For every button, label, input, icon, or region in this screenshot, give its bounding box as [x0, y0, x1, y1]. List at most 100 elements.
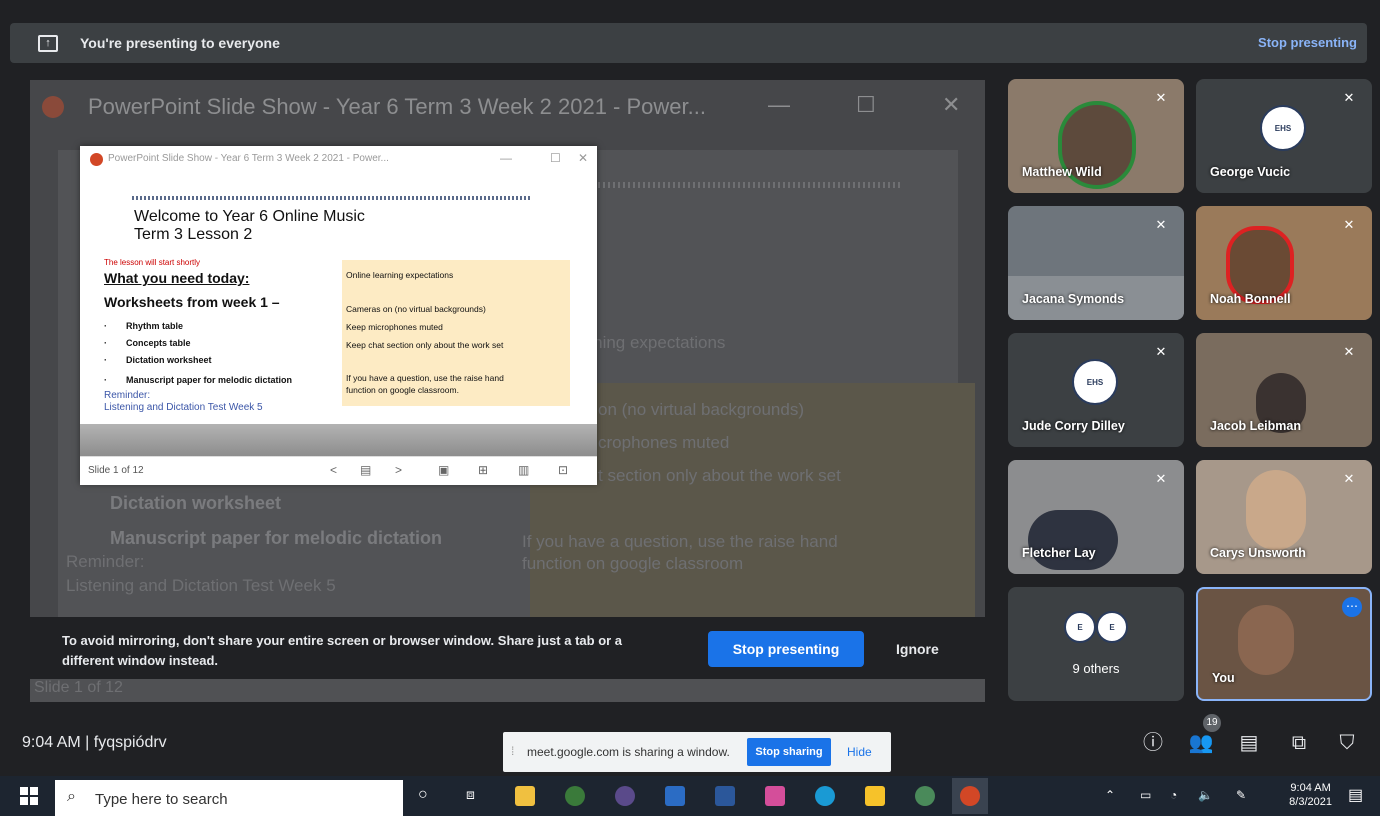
- powerpoint-window[interactable]: PowerPoint Slide Show - Year 6 Term 3 We…: [80, 146, 597, 485]
- slide-bottom-strip: [80, 424, 597, 456]
- next-slide-icon[interactable]: >: [395, 463, 402, 477]
- stop-presenting-button[interactable]: Stop presenting: [708, 631, 864, 667]
- app-icon[interactable]: [615, 786, 635, 806]
- activities-icon[interactable]: ⧉: [1286, 730, 1312, 756]
- host-controls-icon[interactable]: ⛉: [1334, 730, 1360, 756]
- background-question: function on google classroom: [522, 554, 744, 573]
- slide-list-item-label: Concepts table: [126, 338, 191, 348]
- notification-icon[interactable]: ▤: [1348, 785, 1363, 805]
- slide-list-item: · Rhythm table: [104, 321, 184, 331]
- background-reminder-link: Listening and Dictation Test Week 5: [66, 576, 336, 595]
- maximize-icon[interactable]: ☐: [550, 151, 561, 165]
- sharing-notification-text: meet.google.com is sharing a window.: [527, 745, 730, 759]
- cortana-icon[interactable]: ○: [418, 786, 438, 806]
- maximize-icon: ☐: [856, 92, 876, 117]
- mic-off-icon: ✕: [1155, 471, 1167, 486]
- slide-grid-icon[interactable]: ▤: [360, 463, 371, 477]
- background-item: Dictation worksheet: [110, 493, 282, 513]
- sorter-view-icon[interactable]: ⊞: [478, 463, 488, 477]
- chrome-icon[interactable]: [915, 786, 935, 806]
- taskbar-time: 9:04 AM: [1290, 782, 1331, 794]
- file-explorer-icon[interactable]: [515, 786, 535, 806]
- participant-tile[interactable]: ✕ Matthew Wild: [1008, 79, 1184, 193]
- hide-button[interactable]: Hide: [847, 745, 872, 759]
- app-icon[interactable]: [765, 786, 785, 806]
- previous-slide-icon[interactable]: <: [330, 463, 337, 477]
- participant-name: Jacana Symonds: [1022, 292, 1125, 306]
- slide-start-note: The lesson will start shortly: [104, 258, 201, 267]
- pen-icon[interactable]: ✎: [1236, 788, 1246, 802]
- slide-list-item: · Concepts table: [104, 338, 191, 348]
- reading-view-icon[interactable]: ▥: [518, 463, 529, 477]
- mic-off-icon: ✕: [1155, 217, 1167, 232]
- sharing-notification-bar: ⁞ meet.google.com is sharing a window. S…: [503, 732, 891, 772]
- close-icon[interactable]: ✕: [578, 151, 588, 165]
- participant-name: Fletcher Lay: [1022, 546, 1096, 560]
- drag-handle-icon[interactable]: ⁞: [511, 744, 514, 758]
- background-slide-counter: Slide 1 of 12: [34, 679, 123, 696]
- background-window-title: PowerPoint Slide Show - Year 6 Term 3 We…: [88, 94, 706, 119]
- slide-list-item: · Manuscript paper for melodic dictation: [104, 375, 293, 385]
- background-line: crophones muted: [598, 433, 730, 452]
- edge-icon[interactable]: [815, 786, 835, 806]
- background-statusbar: Slide 1 of 12: [30, 675, 985, 702]
- slideshow-view-icon[interactable]: ⊡: [558, 463, 568, 477]
- slide-need-heading: What you need today:: [104, 270, 250, 286]
- participant-tile-others[interactable]: E E 9 others: [1008, 587, 1184, 701]
- chat-icon[interactable]: ▤: [1236, 730, 1262, 756]
- self-tile[interactable]: ⋯ You: [1196, 587, 1372, 701]
- school-crest-avatar: E: [1096, 611, 1128, 643]
- slide-list-item-label: Rhythm table: [126, 321, 184, 331]
- taskbar-search[interactable]: ⌕ Type here to search: [55, 780, 403, 816]
- background-item: Manuscript paper for melodic dictation: [110, 528, 443, 548]
- people-icon[interactable]: 👥: [1188, 730, 1214, 756]
- powerpoint-icon: [90, 153, 103, 166]
- mail-icon[interactable]: [665, 786, 685, 806]
- stop-sharing-button[interactable]: Stop sharing: [747, 738, 831, 766]
- participant-tile[interactable]: ✕ Carys Unsworth: [1196, 460, 1372, 574]
- chrome-icon[interactable]: [565, 786, 585, 806]
- participant-video: [1028, 510, 1118, 570]
- background-dash-line: [598, 182, 903, 188]
- participant-tile[interactable]: ✕ Noah Bonnell: [1196, 206, 1372, 320]
- powerpoint-taskbar-active[interactable]: [952, 778, 988, 814]
- taskbar-clock[interactable]: 9:04 AM 8/3/2021: [1289, 781, 1332, 809]
- slide-list-item: · Dictation worksheet: [104, 355, 212, 365]
- ignore-button[interactable]: Ignore: [896, 641, 939, 657]
- sticky-notes-icon[interactable]: [865, 786, 885, 806]
- task-view-icon[interactable]: ⧈: [466, 786, 486, 806]
- participant-video: [1246, 470, 1306, 550]
- participant-name: Jacob Leibman: [1210, 419, 1301, 433]
- participant-tile[interactable]: ✕ Jacob Leibman: [1196, 333, 1372, 447]
- wifi-icon[interactable]: ◔: [1170, 788, 1177, 802]
- volume-icon[interactable]: 🔈: [1198, 788, 1213, 802]
- windows-start-icon[interactable]: [20, 787, 38, 805]
- powerpoint-icon: [960, 786, 980, 806]
- background-line: arning expectations: [578, 333, 726, 352]
- meeting-time-code: 9:04 AM | fyqspiódrv: [22, 734, 167, 751]
- tray-chevron-icon[interactable]: ⌃: [1105, 788, 1115, 802]
- powerpoint-titlebar[interactable]: PowerPoint Slide Show - Year 6 Term 3 We…: [80, 146, 597, 172]
- shared-screen: PowerPoint Slide Show - Year 6 Term 3 We…: [30, 80, 985, 702]
- background-line: t section only about the work set: [598, 466, 841, 485]
- box-line: function on google classroom.: [346, 385, 459, 395]
- stop-presenting-link[interactable]: Stop presenting: [1258, 35, 1357, 50]
- participant-name: Matthew Wild: [1022, 165, 1102, 179]
- background-question: If you have a question, use the raise ha…: [522, 532, 838, 551]
- meeting-info-icon[interactable]: ⓘ: [1140, 730, 1166, 756]
- mirroring-warning: To avoid mirroring, don't share your ent…: [30, 617, 985, 679]
- participant-tile[interactable]: ✕ Fletcher Lay: [1008, 460, 1184, 574]
- word-icon[interactable]: [715, 786, 735, 806]
- windows-taskbar: ⌕ Type here to search ○ ⧈ ⌃ ▭ ◔ 🔈 ✎ 9:04…: [0, 776, 1380, 816]
- slide-list-item-label: Dictation worksheet: [126, 355, 212, 365]
- participant-tile[interactable]: ✕ Jacana Symonds: [1008, 206, 1184, 320]
- participant-tile[interactable]: EHS ✕ George Vucic: [1196, 79, 1372, 193]
- more-options-icon[interactable]: ⋯: [1342, 597, 1362, 617]
- search-icon: ⌕: [67, 788, 76, 805]
- battery-icon[interactable]: ▭: [1140, 788, 1151, 802]
- background-line: on (no virtual backgrounds): [598, 400, 805, 419]
- participant-tile[interactable]: EHS ✕ Jude Corry Dilley: [1008, 333, 1184, 447]
- normal-view-icon[interactable]: ▣: [438, 463, 449, 477]
- minimize-icon[interactable]: —: [500, 151, 512, 165]
- powerpoint-window-title: PowerPoint Slide Show - Year 6 Term 3 We…: [108, 153, 389, 164]
